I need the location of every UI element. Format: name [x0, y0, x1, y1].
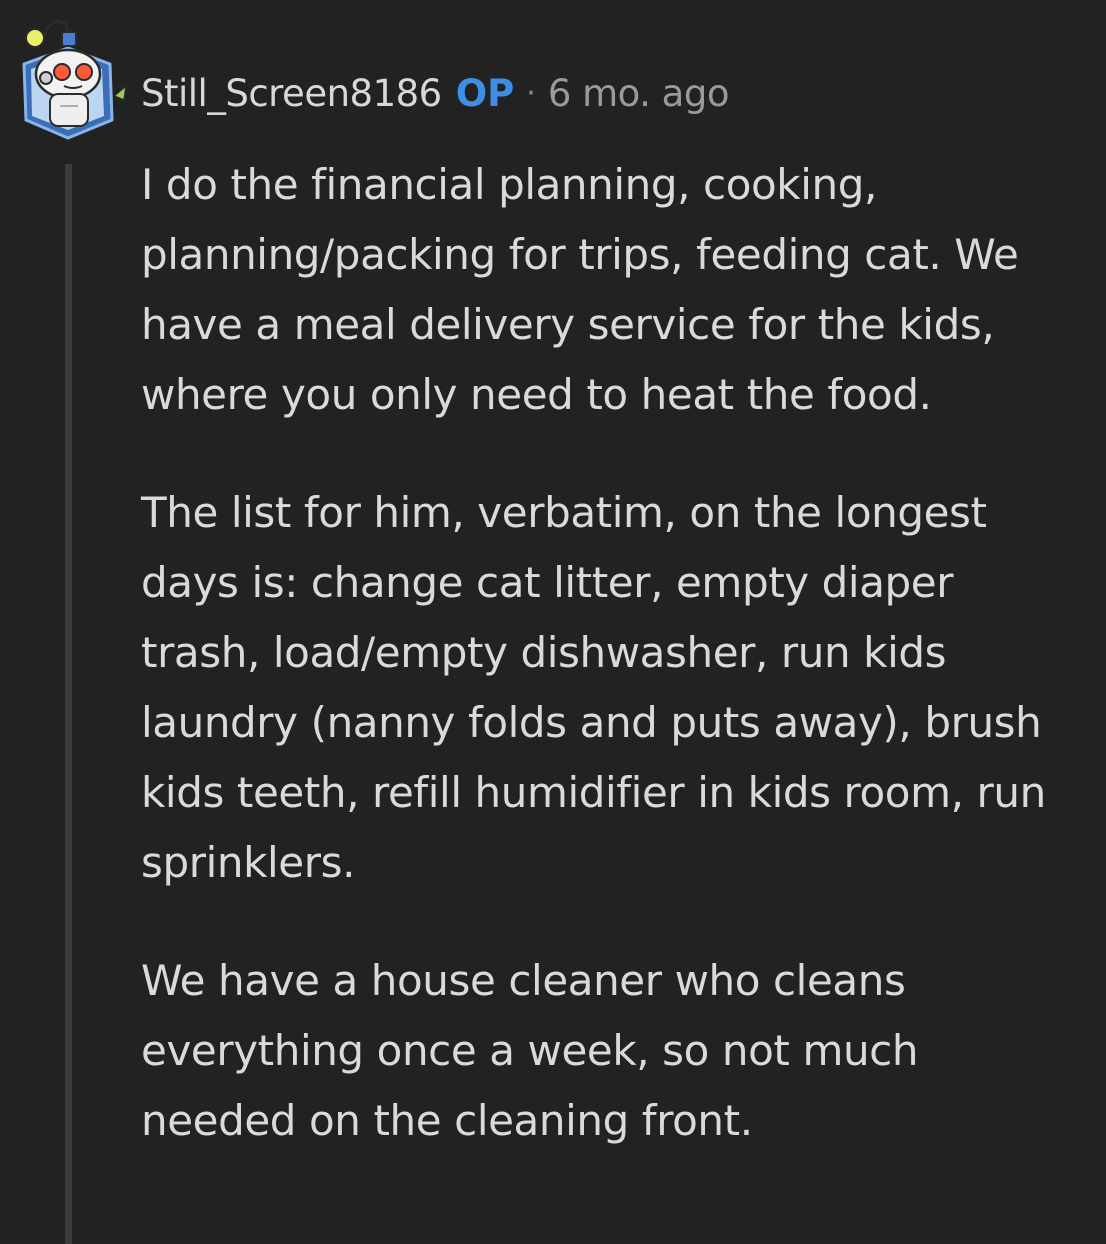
comment-timestamp[interactable]: 6 mo. ago	[548, 72, 730, 115]
comment-paragraph: We have a house cleaner who cleans every…	[141, 956, 919, 1145]
comment: Still_Screen8186 OP · 6 mo. ago I do the…	[0, 0, 1106, 1244]
separator-dot: ·	[526, 75, 536, 111]
comment-paragraph: The list for him, verbatim, on the longe…	[141, 488, 1046, 887]
comment-paragraph: I do the financial planning, cooking, pl…	[141, 160, 1019, 419]
thread-collapse-line[interactable]	[65, 164, 72, 1244]
snoo-robot-avatar-icon[interactable]	[20, 16, 132, 140]
op-badge: OP	[455, 71, 515, 115]
username-link[interactable]: Still_Screen8186	[141, 72, 442, 115]
comment-body: I do the financial planning, cooking, pl…	[141, 150, 1061, 1204]
comment-header: Still_Screen8186 OP · 6 mo. ago	[141, 66, 729, 120]
